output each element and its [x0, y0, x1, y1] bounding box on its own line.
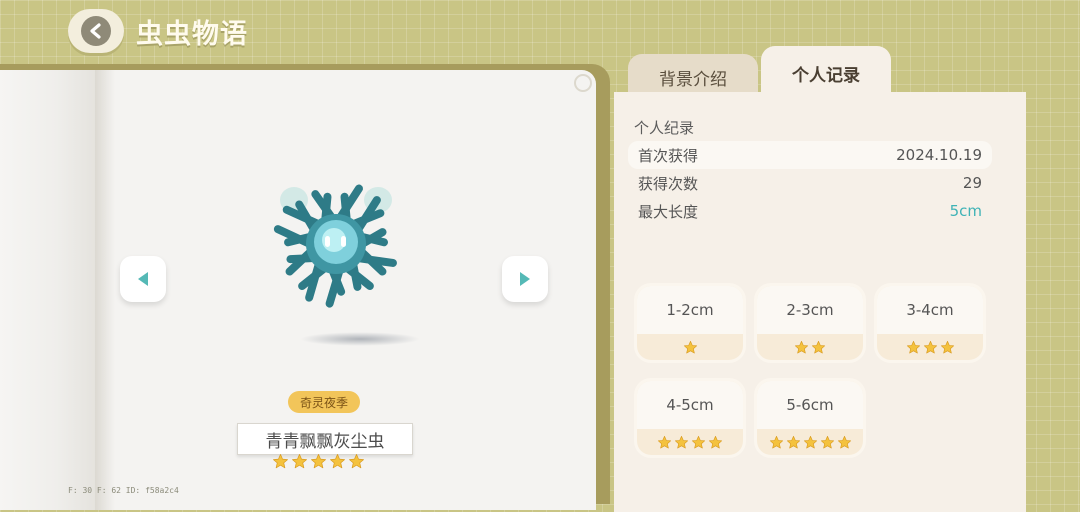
- season-badge: 奇灵夜季: [288, 391, 360, 413]
- star-icon: [349, 454, 364, 469]
- star-icon: [803, 435, 817, 448]
- star-icon: [940, 340, 954, 353]
- record-label: 首次获得: [638, 146, 699, 165]
- size-tier-card[interactable]: 5-6cm: [757, 381, 863, 455]
- size-tier-stars: [877, 334, 983, 360]
- size-tier-card[interactable]: 3-4cm: [877, 286, 983, 360]
- rarity-stars: [272, 453, 365, 470]
- prev-creature-button[interactable]: [120, 256, 166, 302]
- star-icon: [292, 454, 307, 469]
- star-icon: [691, 435, 706, 448]
- star-icon: [811, 340, 826, 353]
- record-row-first-obtained: 首次获得 2024.10.19: [628, 141, 992, 169]
- star-icon: [311, 454, 326, 469]
- size-tier-label: 4-5cm: [637, 381, 743, 429]
- page-fold: [95, 70, 115, 510]
- star-icon: [769, 435, 783, 448]
- size-tier-label: 3-4cm: [877, 286, 983, 334]
- fuzzy-teal-bug-icon[interactable]: [268, 178, 404, 314]
- star-icon: [674, 435, 689, 448]
- star-icon: [906, 340, 920, 353]
- arrow-right-icon: [520, 272, 530, 286]
- chevron-left-icon: [81, 16, 111, 46]
- arrow-left-icon: [138, 272, 148, 286]
- record-value: 29: [962, 174, 982, 192]
- debug-overlay: F: 30 F: 62 ID: f58a2c4: [68, 486, 179, 495]
- page-left-edge: [0, 70, 95, 510]
- back-button[interactable]: [68, 9, 124, 53]
- record-row-times-obtained: 获得次数 29: [628, 169, 992, 197]
- star-icon: [794, 340, 809, 353]
- star-icon: [657, 435, 672, 448]
- size-tier-label: 1-2cm: [637, 286, 743, 334]
- record-value: 5cm: [949, 202, 982, 220]
- star-icon: [923, 340, 937, 353]
- star-icon: [273, 454, 288, 469]
- next-creature-button[interactable]: [502, 256, 548, 302]
- star-icon: [786, 435, 800, 448]
- record-value: 2024.10.19: [896, 146, 982, 164]
- creature-name: 青青飘飘灰尘虫: [237, 423, 413, 455]
- creature-shadow: [300, 332, 420, 346]
- record-row-max-length: 最大长度 5cm: [628, 197, 992, 225]
- header: 虫虫物语: [68, 8, 248, 54]
- record-label: 获得次数: [638, 174, 699, 193]
- star-icon: [837, 435, 851, 448]
- size-tier-stars: [637, 334, 743, 360]
- star-icon: [330, 454, 345, 469]
- star-icon: [820, 435, 834, 448]
- record-label: 最大长度: [638, 202, 699, 221]
- size-tier-stars: [757, 429, 863, 455]
- page-title: 虫虫物语: [136, 18, 248, 50]
- star-icon: [683, 340, 697, 353]
- size-tier-card[interactable]: 2-3cm: [757, 286, 863, 360]
- size-tier-card[interactable]: 4-5cm: [637, 381, 743, 455]
- size-tier-card[interactable]: 1-2cm: [637, 286, 743, 360]
- star-icon: [708, 435, 723, 448]
- size-tier-stars: [637, 429, 743, 455]
- size-tier-stars: [757, 334, 863, 360]
- records-title: 个人纪录: [634, 119, 695, 137]
- size-tier-label: 2-3cm: [757, 286, 863, 334]
- corner-ornament: [574, 74, 592, 92]
- size-tier-label: 5-6cm: [757, 381, 863, 429]
